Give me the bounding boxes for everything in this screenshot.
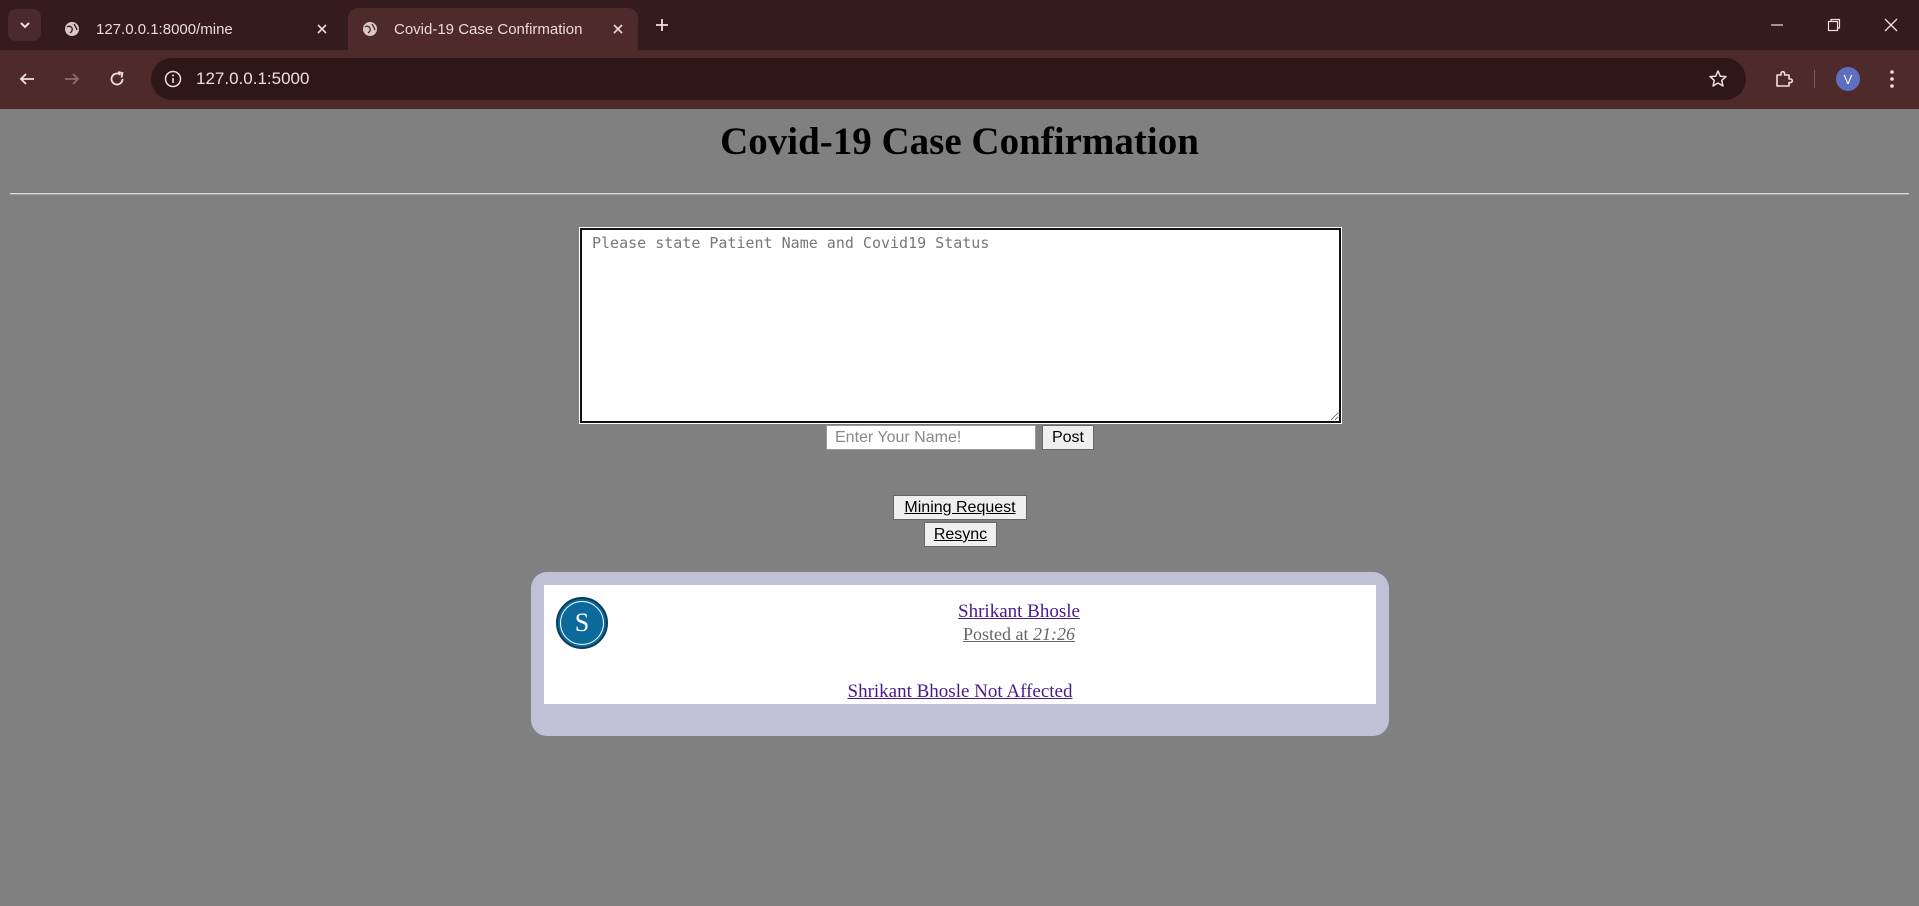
close-tab-icon[interactable]: [610, 21, 626, 37]
post-card-body: S Shrikant Bhosle Posted at 21:26 Shrika…: [544, 585, 1376, 704]
globe-icon: [363, 22, 377, 36]
forward-button[interactable]: [56, 63, 88, 95]
posted-prefix: Posted at: [963, 624, 1029, 644]
reload-button[interactable]: [101, 63, 133, 95]
close-tab-icon[interactable]: [314, 21, 330, 37]
new-tab-button[interactable]: [650, 13, 674, 37]
browser-toolbar: 127.0.0.1:5000 V: [0, 50, 1919, 109]
tab-search-button[interactable]: [8, 9, 41, 41]
plus-icon: [656, 19, 668, 31]
reload-icon: [110, 71, 124, 86]
name-input[interactable]: [826, 425, 1036, 450]
resync-button[interactable]: Resync: [924, 522, 997, 547]
status-textarea[interactable]: [579, 227, 1342, 424]
profile-initial: V: [1843, 71, 1853, 87]
post-author-link[interactable]: Shrikant Bhosle: [894, 601, 1144, 623]
tab-covid-confirmation[interactable]: Covid-19 Case Confirmation: [348, 8, 638, 50]
restore-icon: [1827, 18, 1841, 32]
page-title: Covid-19 Case Confirmation: [720, 120, 1199, 163]
restore-button[interactable]: [1814, 10, 1854, 40]
post-message-link[interactable]: Shrikant Bhosle Not Affected: [544, 681, 1376, 703]
browser-menu-button[interactable]: [1876, 63, 1908, 95]
arrow-left-icon: [19, 73, 34, 85]
minimize-icon: [1771, 24, 1783, 26]
post-time: 21:26: [1033, 624, 1075, 644]
chevron-down-icon: [19, 22, 30, 29]
close-window-button[interactable]: [1871, 10, 1911, 40]
kebab-menu-icon: [1890, 70, 1894, 88]
arrow-right-icon: [65, 73, 80, 85]
extensions-button[interactable]: [1768, 63, 1800, 95]
profile-avatar[interactable]: V: [1836, 67, 1860, 91]
url-text[interactable]: 127.0.0.1:5000: [196, 69, 309, 89]
divider: [10, 193, 1909, 195]
bookmark-star-icon[interactable]: [1706, 67, 1730, 91]
mining-request-button[interactable]: Mining Request: [893, 495, 1027, 520]
back-button[interactable]: [11, 63, 43, 95]
post-timestamp-link[interactable]: Posted at 21:26: [894, 624, 1144, 645]
avatar-initial: S: [574, 608, 590, 637]
tab-title: Covid-19 Case Confirmation: [394, 20, 583, 38]
address-bar[interactable]: 127.0.0.1:5000: [151, 58, 1746, 100]
post-card: S Shrikant Bhosle Posted at 21:26 Shrika…: [531, 572, 1389, 736]
globe-icon: [65, 22, 79, 36]
tab-title: 127.0.0.1:8000/mine: [96, 20, 233, 38]
post-button[interactable]: Post: [1042, 425, 1094, 450]
toolbar-separator: [1814, 70, 1815, 88]
tab-mine[interactable]: 127.0.0.1:8000/mine: [50, 8, 342, 50]
minimize-button[interactable]: [1757, 10, 1797, 40]
avatar: S: [556, 597, 608, 649]
page-content: Covid-19 Case Confirmation Post Mining R…: [0, 109, 1919, 906]
site-info-icon[interactable]: [161, 67, 185, 91]
puzzle-icon: [1776, 70, 1794, 87]
tab-strip: 127.0.0.1:8000/mine Covid-19 Case Confir…: [0, 0, 1919, 50]
close-icon: [1884, 18, 1898, 32]
